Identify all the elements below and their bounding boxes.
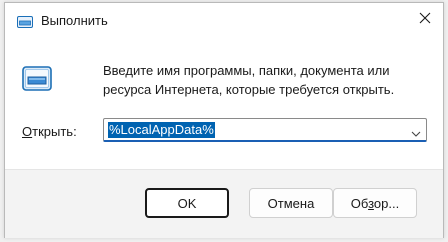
browse-label-prefix: Об [350,195,369,211]
description-line-2: ресурса Интернета, которые требуется отк… [103,82,395,97]
close-icon [419,11,431,29]
chevron-down-icon[interactable] [411,125,421,137]
ok-button-label: OK [177,195,197,211]
run-dialog: Выполнить Введите имя программы, папки, … [4,2,444,238]
description-line-1: Введите имя программы, папки, документа … [103,63,390,78]
close-button[interactable] [411,7,439,33]
open-label: Открыть: [22,124,77,139]
ok-button[interactable]: OK [145,188,229,218]
open-label-accelerator: О [22,124,33,139]
browse-button-label: Обзор... [351,196,399,211]
open-input[interactable]: %LocalAppData% [108,122,215,138]
title-bar: Выполнить [5,3,443,39]
browse-label-suffix: ор... [373,195,400,211]
browse-button[interactable]: Обзор... [333,188,417,218]
cancel-button-label: Отмена [267,195,315,211]
button-bar: OK Отмена Обзор... [5,169,443,238]
open-label-text: ткрыть: [32,124,77,139]
run-icon [17,15,33,28]
open-combobox[interactable]: %LocalAppData% [103,118,427,142]
window-title: Выполнить [41,13,108,28]
cancel-button[interactable]: Отмена [249,188,333,218]
dialog-description: Введите имя программы, папки, документа … [103,61,413,99]
run-program-icon [22,66,52,91]
